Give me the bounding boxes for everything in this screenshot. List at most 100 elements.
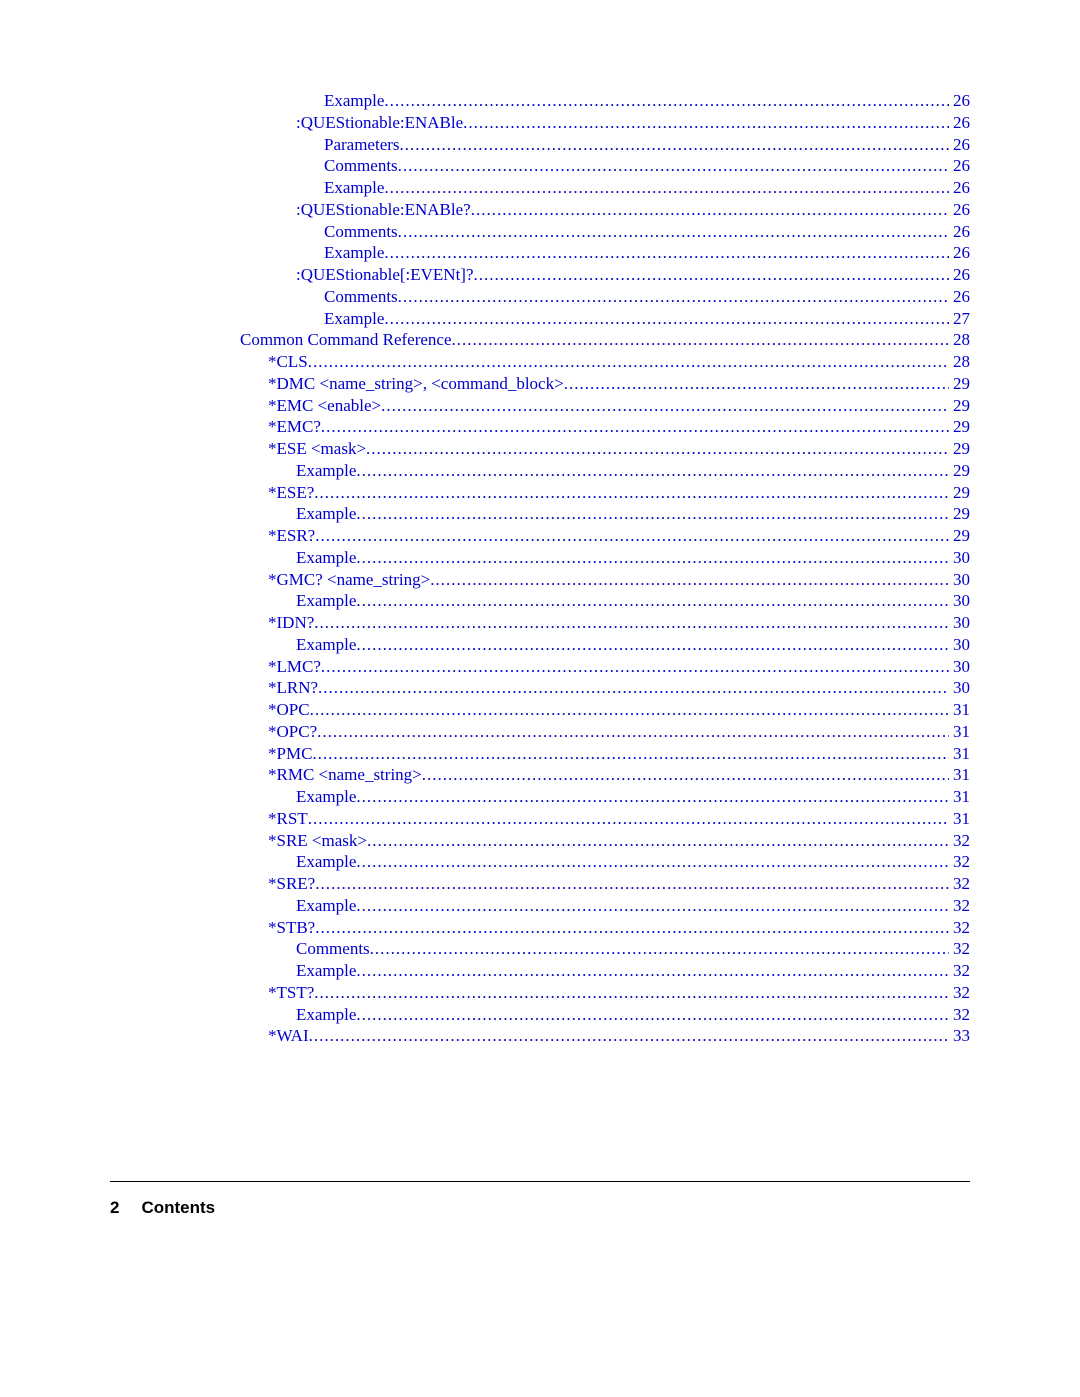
toc-page-number[interactable]: 32 — [949, 895, 970, 917]
toc-page-number[interactable]: 31 — [949, 699, 970, 721]
toc-page-number[interactable]: 29 — [949, 416, 970, 438]
toc-row: *ESE <mask> 29 — [110, 438, 970, 460]
toc-entry-link[interactable]: Comments — [324, 155, 398, 177]
toc-page-number[interactable]: 27 — [949, 308, 970, 330]
toc-page-number[interactable]: 28 — [949, 329, 970, 351]
toc-page-number[interactable]: 26 — [949, 264, 970, 286]
toc-entry-link[interactable]: Example — [296, 1004, 356, 1026]
toc-entry-link[interactable]: *RMC <name_string> — [268, 764, 422, 786]
toc-page-number[interactable]: 26 — [949, 286, 970, 308]
toc-leader — [309, 1025, 949, 1047]
toc-entry-link[interactable]: Comments — [296, 938, 370, 960]
toc-page-number[interactable]: 32 — [949, 851, 970, 873]
toc-page-number[interactable]: 32 — [949, 1004, 970, 1026]
toc-row: Example 26 — [110, 177, 970, 199]
toc-entry-link[interactable]: *GMC? <name_string> — [268, 569, 430, 591]
toc-page-number[interactable]: 32 — [949, 830, 970, 852]
toc-entry-link[interactable]: *STB? — [268, 917, 315, 939]
toc-row: Example 29 — [110, 460, 970, 482]
toc-entry-link[interactable]: *RST — [268, 808, 308, 830]
toc-entry-link[interactable]: *ESR? — [268, 525, 315, 547]
toc-entry-link[interactable]: Example — [296, 460, 356, 482]
toc-page-number[interactable]: 28 — [949, 351, 970, 373]
toc-entry-link[interactable]: *OPC? — [268, 721, 317, 743]
toc-page-number[interactable]: 32 — [949, 938, 970, 960]
toc-page-number[interactable]: 30 — [949, 612, 970, 634]
toc-entry-link[interactable]: :QUEStionable[:EVENt]? — [296, 264, 474, 286]
toc-page-number[interactable]: 29 — [949, 438, 970, 460]
toc-entry-link[interactable]: Comments — [324, 286, 398, 308]
toc-page-number[interactable]: 29 — [949, 395, 970, 417]
toc-page-number[interactable]: 29 — [949, 482, 970, 504]
toc-row: Example 26 — [110, 242, 970, 264]
toc-entry-link[interactable]: Example — [324, 242, 384, 264]
toc-entry-link[interactable]: *DMC <name_string>, <command_block> — [268, 373, 564, 395]
toc-page-number[interactable]: 26 — [949, 155, 970, 177]
toc-entry-link[interactable]: :QUEStionable:ENABle? — [296, 199, 471, 221]
toc-entry-link[interactable]: Common Command Reference — [240, 329, 452, 351]
toc-entry-link[interactable]: *EMC? — [268, 416, 321, 438]
toc-row: Example 32 — [110, 851, 970, 873]
toc-page-number[interactable]: 30 — [949, 547, 970, 569]
toc-page-number[interactable]: 31 — [949, 721, 970, 743]
toc-page-number[interactable]: 29 — [949, 373, 970, 395]
toc-entry-link[interactable]: Example — [296, 547, 356, 569]
toc-entry-link[interactable]: Example — [324, 90, 384, 112]
toc-entry-link[interactable]: *PMC — [268, 743, 312, 765]
toc-leader — [370, 938, 949, 960]
toc-row: Example 27 — [110, 308, 970, 330]
toc-page-number[interactable]: 26 — [949, 134, 970, 156]
toc-page-number[interactable]: 32 — [949, 917, 970, 939]
toc-leader — [356, 503, 949, 525]
toc-entry-link[interactable]: Example — [296, 503, 356, 525]
toc-entry-link[interactable]: *CLS — [268, 351, 308, 373]
toc-page-number[interactable]: 26 — [949, 90, 970, 112]
toc-entry-link[interactable]: :QUEStionable:ENABle — [296, 112, 463, 134]
toc-page-number[interactable]: 33 — [949, 1025, 970, 1047]
toc-page-number[interactable]: 32 — [949, 982, 970, 1004]
toc-entry-link[interactable]: *LMC? — [268, 656, 321, 678]
toc-entry-link[interactable]: *IDN? — [268, 612, 314, 634]
toc-page-number[interactable]: 26 — [949, 112, 970, 134]
toc-entry-link[interactable]: Example — [296, 590, 356, 612]
toc-page-number[interactable]: 32 — [949, 960, 970, 982]
toc-entry-link[interactable]: *LRN? — [268, 677, 318, 699]
toc-entry-link[interactable]: *WAI — [268, 1025, 309, 1047]
toc-page-number[interactable]: 30 — [949, 677, 970, 699]
toc-page-number[interactable]: 26 — [949, 177, 970, 199]
toc-page-number[interactable]: 26 — [949, 242, 970, 264]
toc-page-number[interactable]: 30 — [949, 634, 970, 656]
toc-page-number[interactable]: 31 — [949, 764, 970, 786]
toc-entry-link[interactable]: *ESE? — [268, 482, 314, 504]
toc-entry-link[interactable]: *EMC <enable> — [268, 395, 381, 417]
toc-row: *ESR? 29 — [110, 525, 970, 547]
toc-page-number[interactable]: 26 — [949, 221, 970, 243]
toc-entry-link[interactable]: Parameters — [324, 134, 400, 156]
toc-entry-link[interactable]: Example — [296, 786, 356, 808]
toc-entry-link[interactable]: Comments — [324, 221, 398, 243]
toc-page-number[interactable]: 29 — [949, 525, 970, 547]
toc-entry-link[interactable]: *ESE <mask> — [268, 438, 366, 460]
toc-entry-link[interactable]: *SRE? — [268, 873, 315, 895]
toc-entry-link[interactable]: *TST? — [268, 982, 314, 1004]
toc-entry-link[interactable]: *SRE <mask> — [268, 830, 367, 852]
toc-page-number[interactable]: 26 — [949, 199, 970, 221]
toc-entry-link[interactable]: Example — [324, 177, 384, 199]
toc-entry-link[interactable]: Example — [296, 634, 356, 656]
toc-page-number[interactable]: 31 — [949, 786, 970, 808]
toc-entry-link[interactable]: Example — [296, 960, 356, 982]
toc-page-number[interactable]: 31 — [949, 743, 970, 765]
toc-page-number[interactable]: 30 — [949, 569, 970, 591]
toc-page-number[interactable]: 30 — [949, 590, 970, 612]
toc-page-number[interactable]: 32 — [949, 873, 970, 895]
toc-entry-link[interactable]: Example — [324, 308, 384, 330]
toc-row: *GMC? <name_string> 30 — [110, 569, 970, 591]
toc-page-number[interactable]: 29 — [949, 503, 970, 525]
toc-page-number[interactable]: 30 — [949, 656, 970, 678]
toc-entry-link[interactable]: Example — [296, 895, 356, 917]
toc-leader — [384, 308, 949, 330]
toc-entry-link[interactable]: Example — [296, 851, 356, 873]
toc-entry-link[interactable]: *OPC — [268, 699, 310, 721]
toc-page-number[interactable]: 31 — [949, 808, 970, 830]
toc-page-number[interactable]: 29 — [949, 460, 970, 482]
